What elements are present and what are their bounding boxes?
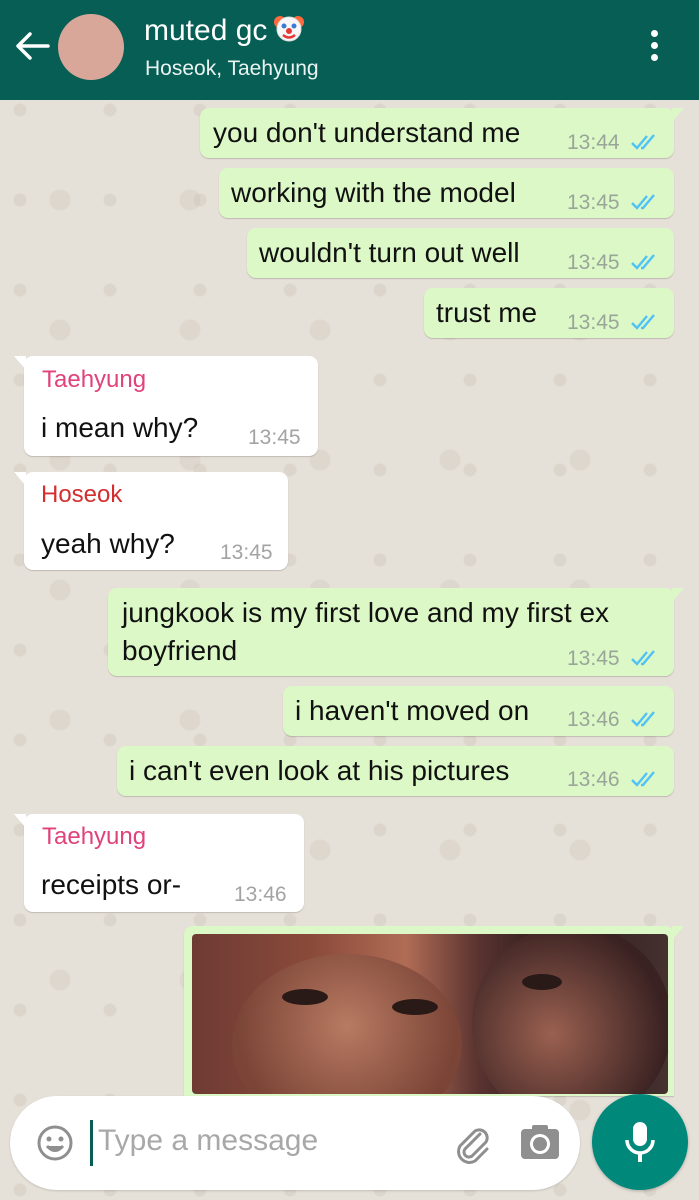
double-check-icon	[631, 254, 655, 270]
message-bubble[interactable]: Hoseok yeah why? 13:45	[14, 472, 288, 570]
message-composer[interactable]: Type a message	[10, 1096, 580, 1190]
message-text: i can't even look at his pictures	[129, 755, 510, 786]
sender-name: Taehyung	[42, 823, 147, 850]
emoji-icon[interactable]	[36, 1124, 74, 1162]
message-bubble[interactable]: trust me 13:45	[424, 288, 674, 338]
back-arrow-icon[interactable]	[12, 26, 52, 66]
message-time: 13:46	[567, 768, 620, 791]
camera-icon[interactable]	[518, 1120, 562, 1164]
message-time: 13:45	[567, 647, 620, 670]
message-text: wouldn't turn out well	[259, 237, 520, 268]
clown-emoji-icon	[273, 12, 305, 53]
message-text: you don't understand me	[213, 117, 521, 148]
double-check-icon	[631, 314, 655, 330]
paperclip-icon[interactable]	[450, 1122, 494, 1166]
message-bubble[interactable]: Taehyung receipts or- 13:46	[14, 814, 304, 912]
double-check-icon	[631, 650, 655, 666]
message-text: working with the model	[231, 177, 516, 208]
message-input[interactable]: Type a message	[98, 1124, 318, 1158]
message-time: 13:45	[567, 191, 620, 214]
message-bubble[interactable]: working with the model 13:45	[219, 168, 674, 218]
menu-dots-icon[interactable]	[644, 30, 664, 66]
message-text: jungkook is my first love and my first e…	[122, 597, 610, 666]
image-message-bubble[interactable]	[184, 926, 684, 1096]
message-time: 13:45	[248, 426, 301, 449]
microphone-icon	[625, 1122, 655, 1162]
message-time: 13:46	[567, 708, 620, 731]
message-bubble[interactable]: jungkook is my first love and my first e…	[108, 588, 684, 676]
text-cursor	[90, 1120, 93, 1166]
shared-photo[interactable]	[192, 934, 668, 1094]
message-bubble[interactable]: you don't understand me 13:44	[200, 108, 684, 158]
message-time: 13:44	[567, 131, 620, 154]
chat-header: muted gc Hoseok, Taehyung	[0, 0, 699, 100]
message-bubble[interactable]: i haven't moved on 13:46	[283, 686, 674, 736]
sender-name: Hoseok	[41, 481, 123, 508]
double-check-icon	[631, 134, 655, 150]
message-bubble[interactable]: wouldn't turn out well 13:45	[247, 228, 674, 278]
chat-title[interactable]: muted gc	[144, 12, 305, 53]
message-bubble[interactable]: Taehyung i mean why? 13:45	[14, 356, 318, 456]
message-time: 13:45	[220, 541, 273, 564]
message-time: 13:45	[567, 311, 620, 334]
message-text: receipts or-	[41, 869, 182, 900]
message-time: 13:45	[567, 251, 620, 274]
double-check-icon	[631, 194, 655, 210]
double-check-icon	[631, 771, 655, 787]
chat-participants: Hoseok, Taehyung	[145, 57, 319, 80]
message-text: yeah why?	[41, 528, 175, 559]
message-text: i haven't moved on	[295, 695, 530, 726]
message-text: i mean why?	[41, 412, 199, 443]
message-text: trust me	[436, 297, 538, 328]
double-check-icon	[631, 711, 655, 727]
message-bubble[interactable]: i can't even look at his pictures 13:46	[117, 746, 674, 796]
microphone-button[interactable]	[592, 1094, 688, 1190]
message-time: 13:46	[234, 883, 287, 906]
avatar[interactable]	[58, 14, 124, 80]
sender-name: Taehyung	[42, 366, 147, 393]
